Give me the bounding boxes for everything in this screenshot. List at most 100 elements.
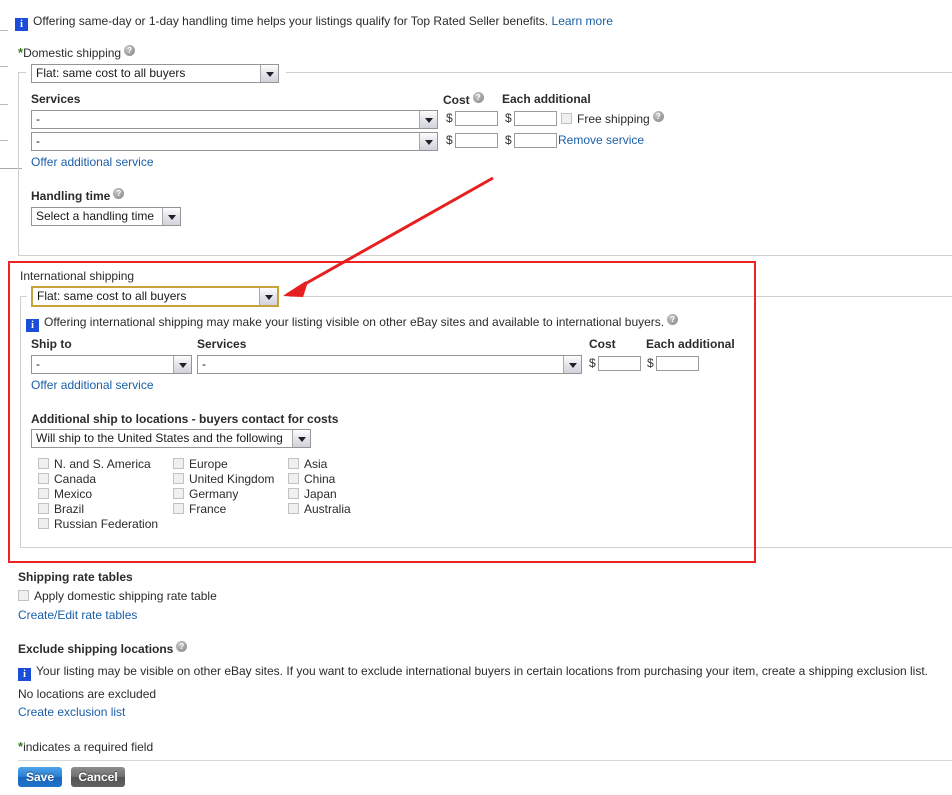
location-checkbox[interactable] [38, 518, 49, 529]
international-each-additional-field-wrap: $ [647, 356, 699, 371]
additional-ship-to-locations-value: Will ship to the United States and the f… [32, 430, 292, 447]
location-checkbox-row: Germany [173, 487, 274, 502]
location-checkbox[interactable] [38, 473, 49, 484]
required-field-note-text: indicates a required field [23, 740, 153, 754]
international-shipping-notice: iOffering international shipping may mak… [26, 314, 678, 332]
create-exclusion-list-link[interactable]: Create exclusion list [18, 705, 125, 719]
handling-time-label: Handling time [31, 188, 124, 203]
international-shipping-notice-text: Offering international shipping may make… [44, 315, 664, 329]
additional-ship-to-locations-select[interactable]: Will ship to the United States and the f… [31, 429, 311, 448]
location-checkbox[interactable] [38, 488, 49, 499]
location-checkbox[interactable] [173, 503, 184, 514]
location-checkbox[interactable] [173, 458, 184, 469]
domestic-shipping-type-select[interactable]: Flat: same cost to all buyers [31, 64, 279, 83]
currency-symbol: $ [446, 111, 453, 125]
location-label: Mexico [54, 487, 92, 501]
currency-symbol: $ [647, 356, 654, 370]
handling-time-select[interactable]: Select a handling time [31, 207, 181, 226]
save-button[interactable]: Save [18, 767, 62, 787]
exclude-shipping-locations-heading: Exclude shipping locations [18, 641, 187, 656]
apply-domestic-rate-table-checkbox[interactable] [18, 590, 29, 601]
remove-service-link[interactable]: Remove service [558, 133, 644, 147]
domestic-cost-field-2-wrap: $ [446, 133, 498, 148]
handling-time-notice: iOffering same-day or 1-day handling tim… [15, 14, 613, 31]
domestic-cost-input-1[interactable] [455, 111, 498, 126]
location-label: Europe [189, 457, 228, 471]
help-icon[interactable] [176, 641, 187, 652]
help-icon[interactable] [124, 45, 135, 56]
currency-symbol: $ [505, 133, 512, 147]
location-column-2: Europe United Kingdom Germany France [173, 457, 274, 517]
cancel-button[interactable]: Cancel [71, 767, 125, 787]
exclude-shipping-locations-notice: iYour listing may be visible on other eB… [18, 664, 928, 681]
required-field-note: *indicates a required field [18, 739, 153, 754]
domestic-offer-additional-service-link[interactable]: Offer additional service [31, 155, 154, 169]
location-label: United Kingdom [189, 472, 274, 486]
location-label: France [189, 502, 226, 516]
domestic-cost-header: Cost [443, 92, 484, 107]
international-cost-field-wrap: $ [589, 356, 641, 371]
location-checkbox-row: China [288, 472, 351, 487]
location-checkbox-row: Mexico [38, 487, 158, 502]
domestic-each-additional-input-2[interactable] [514, 133, 557, 148]
free-shipping-option: Free shipping [561, 111, 664, 126]
help-icon[interactable] [653, 111, 664, 122]
location-checkbox[interactable] [288, 488, 299, 499]
domestic-cost-header-text: Cost [443, 93, 470, 107]
learn-more-link[interactable]: Learn more [552, 14, 613, 28]
domestic-service-select-1[interactable]: - [31, 110, 438, 129]
location-label: Australia [304, 502, 351, 516]
currency-symbol: $ [505, 111, 512, 125]
location-checkbox-row: Canada [38, 472, 158, 487]
footer-divider [18, 760, 952, 761]
location-checkbox[interactable] [288, 458, 299, 469]
location-checkbox[interactable] [173, 473, 184, 484]
international-service-select[interactable]: - [197, 355, 582, 374]
location-label: Germany [189, 487, 238, 501]
location-checkbox-row: N. and S. America [38, 457, 158, 472]
domestic-each-additional-input-1[interactable] [514, 111, 557, 126]
international-each-additional-input[interactable] [656, 356, 699, 371]
domestic-service-select-2[interactable]: - [31, 132, 438, 151]
location-label: Russian Federation [54, 517, 158, 531]
create-edit-rate-tables-link[interactable]: Create/Edit rate tables [18, 608, 137, 622]
international-shipping-type-select[interactable]: Flat: same cost to all buyers [31, 286, 279, 307]
handling-time-value: Select a handling time [32, 208, 162, 225]
international-cost-input[interactable] [598, 356, 641, 371]
chevron-down-icon [162, 208, 180, 225]
help-icon[interactable] [667, 314, 678, 325]
handling-time-notice-text: Offering same-day or 1-day handling time… [33, 14, 548, 28]
free-shipping-checkbox[interactable] [561, 113, 572, 124]
location-checkbox[interactable] [38, 458, 49, 469]
location-checkbox[interactable] [288, 473, 299, 484]
exclude-shipping-locations-heading-text: Exclude shipping locations [18, 642, 173, 656]
additional-ship-to-locations-label: Additional ship to locations - buyers co… [31, 412, 338, 426]
domestic-cost-input-2[interactable] [455, 133, 498, 148]
domestic-shipping-label-text: Domestic shipping [23, 46, 121, 60]
international-each-additional-header: Each additional [646, 337, 735, 351]
apply-domestic-rate-table-row: Apply domestic shipping rate table [18, 589, 217, 603]
international-ship-to-select[interactable]: - [31, 355, 192, 374]
help-icon[interactable] [473, 92, 484, 103]
location-checkbox-row: Asia [288, 457, 351, 472]
location-checkbox[interactable] [288, 503, 299, 514]
location-label: Canada [54, 472, 96, 486]
location-label: China [304, 472, 335, 486]
domestic-shipping-type-value: Flat: same cost to all buyers [32, 65, 260, 82]
location-column-3: Asia China Japan Australia [288, 457, 351, 517]
location-checkbox-row: United Kingdom [173, 472, 274, 487]
currency-symbol: $ [446, 133, 453, 147]
location-checkbox-row: Russian Federation [38, 517, 158, 532]
domestic-shipping-label: *Domestic shipping [18, 45, 135, 60]
location-checkbox[interactable] [173, 488, 184, 499]
page-edge-tick [0, 140, 8, 141]
location-label: Brazil [54, 502, 84, 516]
currency-symbol: $ [589, 356, 596, 370]
location-checkbox[interactable] [38, 503, 49, 514]
domestic-each-additional-field-2-wrap: $ [505, 133, 557, 148]
help-icon[interactable] [113, 188, 124, 199]
location-checkbox-row: Japan [288, 487, 351, 502]
location-checkbox-row: Brazil [38, 502, 158, 517]
international-offer-additional-service-link[interactable]: Offer additional service [31, 378, 154, 392]
handling-time-label-text: Handling time [31, 189, 110, 203]
